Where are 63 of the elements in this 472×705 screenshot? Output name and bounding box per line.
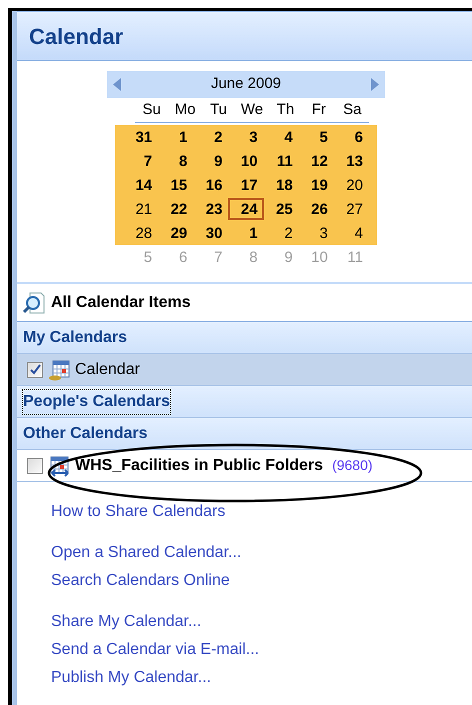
date-cell[interactable]: 18 <box>264 174 299 196</box>
date-cell[interactable]: 23 <box>193 198 228 220</box>
date-cell[interactable]: 9 <box>193 150 228 172</box>
date-cell[interactable]: 12 <box>298 150 334 172</box>
calendar-icon <box>48 358 70 380</box>
task-link[interactable]: Search Calendars Online <box>51 569 472 592</box>
date-cell[interactable]: 27 <box>334 198 369 220</box>
item-count: (9680) <box>332 456 373 475</box>
task-link[interactable]: How to Share Calendars <box>51 500 472 523</box>
calendar-list-item[interactable]: Calendar <box>17 354 472 386</box>
date-cell[interactable]: 17 <box>228 174 264 196</box>
checkmark-icon <box>30 364 40 375</box>
date-cell[interactable]: 28 <box>123 222 158 244</box>
calendar-name: WHS_Facilities in Public Folders <box>75 456 324 476</box>
weekday-label: Th <box>276 100 296 120</box>
date-cell[interactable]: 25 <box>264 198 299 220</box>
weekday-label: Sa <box>342 100 362 120</box>
date-cell[interactable]: 13 <box>334 150 369 172</box>
date-cell[interactable]: 8 <box>158 150 194 172</box>
checkbox[interactable] <box>27 362 43 378</box>
task-link[interactable]: Publish My Calendar... <box>51 666 472 689</box>
date-cell[interactable]: 2 <box>264 222 299 244</box>
task-link[interactable]: Share My Calendar... <box>51 610 472 633</box>
date-cell[interactable]: 7 <box>123 150 158 172</box>
date-cell[interactable]: 1 <box>158 126 194 148</box>
next-month-icon[interactable] <box>370 78 379 91</box>
weekday-label: Su <box>142 100 162 120</box>
date-cell[interactable]: 10 <box>228 150 264 172</box>
today-date[interactable]: 24 <box>228 198 264 220</box>
date-cell[interactable]: 11 <box>264 150 299 172</box>
date-cell[interactable]: 4 <box>334 222 369 244</box>
date-cell[interactable]: 5 <box>298 126 334 148</box>
month-label: June 2009 <box>210 74 282 94</box>
date-cell[interactable]: 14 <box>123 174 158 196</box>
group-header[interactable]: My Calendars <box>23 326 128 350</box>
date-cell[interactable]: 1 <box>228 222 264 244</box>
all-calendar-items-label[interactable]: All Calendar Items <box>51 290 191 314</box>
date-cell[interactable]: 30 <box>193 222 228 244</box>
date-cell[interactable]: 21 <box>123 198 158 220</box>
date-cell[interactable]: 20 <box>334 174 369 196</box>
weekday-label: Tu <box>209 100 228 120</box>
task-link[interactable]: Send a Calendar via E-mail... <box>51 638 472 661</box>
previous-month-icon[interactable] <box>113 78 121 91</box>
date-cell[interactable]: 16 <box>193 174 228 196</box>
date-cell[interactable]: 19 <box>298 174 334 196</box>
search-document-icon <box>23 290 47 314</box>
date-cell[interactable]: 31 <box>123 126 158 148</box>
pane-title: Calendar <box>29 22 124 50</box>
weekday-label: We <box>240 100 264 120</box>
date-cell[interactable]: 3 <box>298 222 334 244</box>
checkbox[interactable] <box>27 458 43 474</box>
date-cell[interactable]: 22 <box>158 198 194 220</box>
date-cell[interactable]: 26 <box>298 198 334 220</box>
date-cell[interactable]: 6 <box>334 126 369 148</box>
calendar-name: Calendar <box>75 360 140 380</box>
date-cell[interactable]: 3 <box>228 126 264 148</box>
date-cell[interactable]: 2 <box>193 126 228 148</box>
weekday-label: Mo <box>174 100 197 120</box>
weekday-label: Fr <box>310 100 327 120</box>
date-cell[interactable]: 15 <box>158 174 194 196</box>
task-link[interactable]: Open a Shared Calendar... <box>51 541 472 564</box>
date-cell[interactable]: 4 <box>264 126 299 148</box>
date-cell[interactable]: 29 <box>158 222 194 244</box>
